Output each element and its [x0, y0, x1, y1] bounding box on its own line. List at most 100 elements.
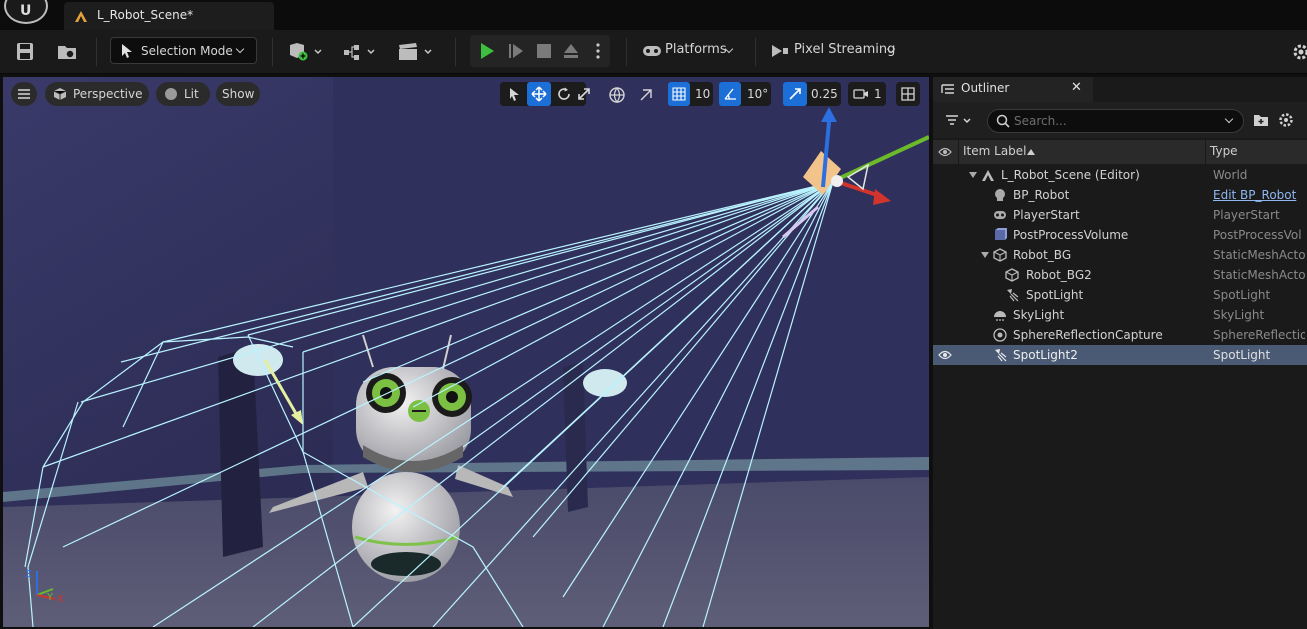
- tree-row-label: PlayerStart: [1013, 208, 1080, 222]
- level-viewport[interactable]: Z Y X Perspective Lit Show 10 10° 0.25 1: [3, 77, 929, 627]
- tree-row-world[interactable]: L_Robot_Scene (Editor) World: [933, 165, 1307, 185]
- volume-icon: [995, 228, 1007, 240]
- settings-gear-icon[interactable]: [1292, 42, 1307, 62]
- grid-snap-toggle[interactable]: 10: [668, 82, 713, 106]
- static-mesh-icon: [1005, 268, 1019, 282]
- axis-z-label: Z: [25, 569, 32, 580]
- tree-row-bp-robot[interactable]: BP_Robot Edit BP_Robot: [933, 185, 1307, 205]
- toolbar-separator: [455, 38, 456, 66]
- tree-row-skylight[interactable]: SkyLight SkyLight: [933, 305, 1307, 325]
- expand-arrow-icon[interactable]: [969, 172, 977, 178]
- tree-row-robot-bg2[interactable]: Robot_BG2 StaticMeshActo: [933, 265, 1307, 285]
- chevron-down-icon: [235, 44, 245, 54]
- pixel-streaming-button[interactable]: Pixel Streaming: [768, 36, 908, 66]
- axis-y-label: Y: [46, 592, 54, 603]
- skip-frame-icon[interactable]: [507, 42, 525, 60]
- eye-icon[interactable]: [938, 349, 952, 361]
- chevron-down-icon[interactable]: [1224, 114, 1234, 124]
- item-label-column-header[interactable]: Item Label: [963, 144, 1027, 158]
- expand-arrow-icon[interactable]: [981, 252, 989, 258]
- play-icon[interactable]: [478, 42, 496, 60]
- settings-gear-icon[interactable]: [1278, 112, 1294, 128]
- scale-snap-icon: [789, 88, 801, 100]
- tree-row-label: Robot_BG2: [1026, 268, 1092, 282]
- viewport-layout-button[interactable]: [896, 82, 920, 106]
- reflection-capture-icon: [993, 328, 1007, 342]
- select-tool-icon[interactable]: [507, 87, 521, 101]
- add-actor-icon[interactable]: [287, 42, 327, 62]
- layout-icon: [901, 87, 915, 101]
- scale-snap-toggle[interactable]: 0.25: [783, 82, 841, 106]
- viewport-menu-button[interactable]: [11, 82, 37, 106]
- tree-row-spotlight2[interactable]: SpotLight2 SpotLight: [933, 345, 1307, 365]
- filter-icon[interactable]: [945, 114, 975, 128]
- platforms-icon: [643, 46, 661, 56]
- surface-snapping-icon[interactable]: [638, 87, 654, 103]
- world-local-icon[interactable]: [609, 87, 625, 103]
- viewport-scene: Z Y X: [3, 77, 929, 627]
- tree-row-post-process-volume[interactable]: PostProcessVolume PostProcessVol: [933, 225, 1307, 245]
- camera-speed-button[interactable]: 1: [848, 82, 886, 106]
- sphere-icon: [165, 88, 177, 100]
- outliner-panel: Outliner ✕ Item Label: [933, 77, 1307, 629]
- selection-mode-dropdown[interactable]: Selection Mode: [110, 37, 257, 64]
- title-bar: U L_Robot_Scene*: [0, 0, 1307, 30]
- transform-tools: [500, 82, 590, 106]
- scale-tool-icon[interactable]: [577, 87, 591, 101]
- perspective-button[interactable]: Perspective: [45, 82, 149, 106]
- lit-button[interactable]: Lit: [156, 82, 210, 106]
- sort-ascending-icon: [1027, 149, 1035, 155]
- close-icon[interactable]: ✕: [1071, 80, 1082, 95]
- pixel-streaming-label: Pixel Streaming: [794, 42, 896, 57]
- search-input[interactable]: [1014, 113, 1214, 129]
- level-icon: [75, 11, 87, 22]
- tree-row-type: SphereReflectio: [1213, 328, 1305, 342]
- tree-row-player-start[interactable]: PlayerStart PlayerStart: [933, 205, 1307, 225]
- cursor-icon: [122, 44, 132, 58]
- rotate-tool-icon[interactable]: [557, 87, 571, 101]
- perspective-label: Perspective: [73, 87, 143, 101]
- toolbar-separator: [755, 38, 756, 66]
- save-icon[interactable]: [14, 42, 36, 62]
- search-box[interactable]: [987, 109, 1244, 133]
- translate-tool-button[interactable]: [527, 82, 551, 106]
- edit-blueprint-link[interactable]: Edit BP_Robot: [1213, 188, 1305, 202]
- new-folder-icon[interactable]: [1253, 113, 1269, 127]
- tree-row-type: World: [1213, 168, 1248, 182]
- tree-row-robot-bg[interactable]: Robot_BG StaticMeshActo: [933, 245, 1307, 265]
- tree-row-type: StaticMeshActo: [1213, 268, 1305, 282]
- show-button[interactable]: Show: [216, 82, 260, 106]
- cinematics-icon[interactable]: [397, 42, 437, 62]
- level-tab-label: L_Robot_Scene*: [97, 8, 194, 22]
- rotation-snap-toggle[interactable]: 10°: [719, 82, 771, 106]
- blueprint-graph-icon[interactable]: [342, 42, 382, 62]
- outliner-column-header: Item Label Type: [933, 140, 1307, 164]
- tree-row-type: SpotLight: [1213, 288, 1271, 302]
- eye-icon[interactable]: [938, 146, 952, 158]
- skylight-icon: [994, 311, 1006, 321]
- more-options-icon[interactable]: [594, 42, 602, 60]
- static-mesh-icon: [993, 248, 1007, 262]
- angle-icon: [724, 88, 736, 100]
- show-label: Show: [222, 87, 255, 101]
- scale-snap-value: 0.25: [811, 87, 838, 101]
- platforms-button[interactable]: Platforms: [640, 36, 745, 66]
- tree-row-label: SpotLight: [1026, 288, 1084, 302]
- unreal-logo-icon[interactable]: U: [4, 0, 48, 24]
- level-tab[interactable]: L_Robot_Scene*: [64, 2, 274, 30]
- tree-row-sphere-reflection-capture[interactable]: SphereReflectionCapture SphereReflectio: [933, 325, 1307, 345]
- tree-row-label: BP_Robot: [1013, 188, 1070, 202]
- lit-label: Lit: [184, 87, 199, 101]
- outliner-toolbar: [933, 102, 1307, 138]
- grid-snap-value: 10: [695, 87, 711, 101]
- stop-icon[interactable]: [535, 42, 553, 60]
- type-column-header[interactable]: Type: [1210, 144, 1238, 158]
- eject-icon[interactable]: [562, 42, 580, 60]
- outliner-title: Outliner: [961, 81, 1010, 95]
- play-controls: [470, 35, 610, 67]
- cube-icon: [53, 88, 67, 100]
- outliner-tab[interactable]: Outliner ✕: [933, 77, 1093, 102]
- move-icon: [531, 86, 547, 102]
- tree-row-spotlight[interactable]: SpotLight SpotLight: [933, 285, 1307, 305]
- content-browser-icon[interactable]: [56, 42, 78, 62]
